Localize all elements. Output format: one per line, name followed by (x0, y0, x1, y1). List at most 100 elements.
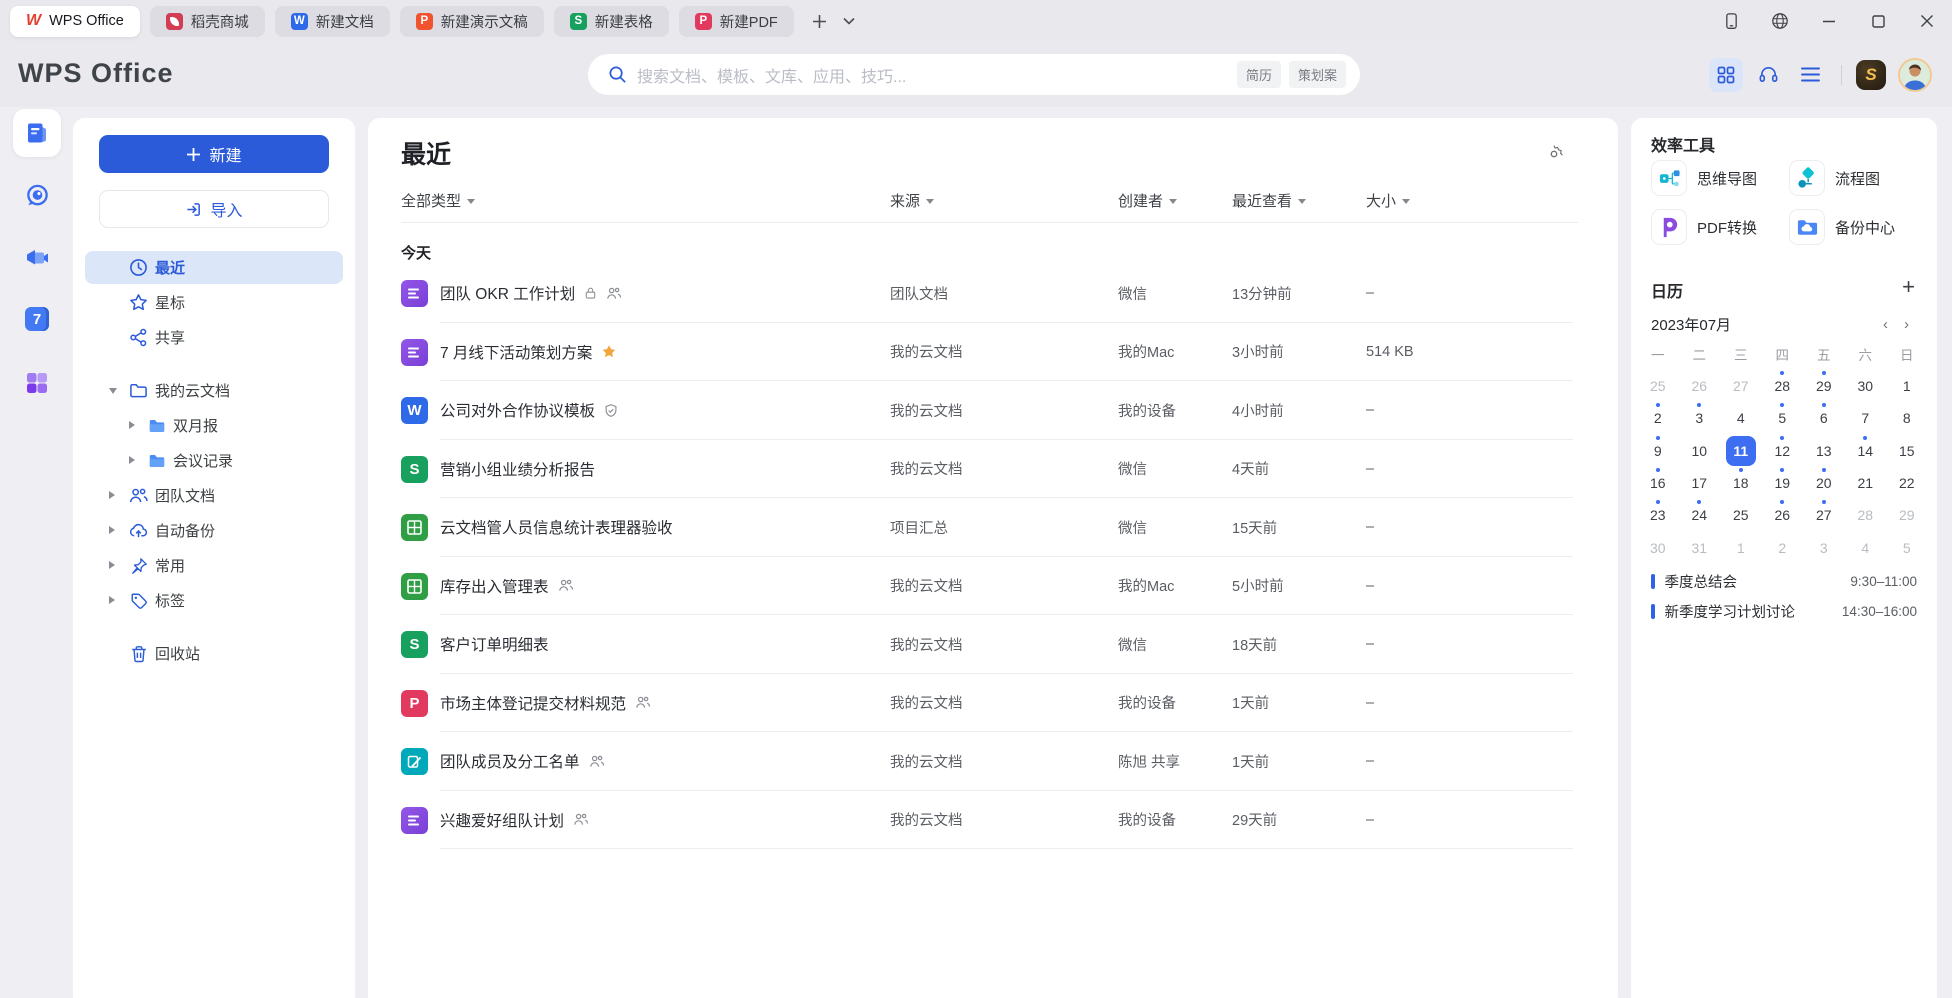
sidebar-item-6[interactable]: 会议记录 (73, 443, 355, 478)
calendar-day[interactable]: 28 (1845, 499, 1887, 531)
calendar-day[interactable]: 25 (1720, 499, 1762, 531)
sidebar-item-5[interactable]: 双月报 (73, 408, 355, 443)
search-tag-plan[interactable]: 策划案 (1289, 61, 1346, 88)
file-row[interactable]: P市场主体登记提交材料规范我的云文档我的设备1天前– (368, 674, 1618, 733)
calendar-day[interactable]: 14 (1845, 435, 1887, 467)
calendar-event[interactable]: 新季度学习计划讨论14:30–16:00 (1651, 596, 1917, 626)
file-row[interactable]: 云文档管人员信息统计表理器验收项目汇总微信15天前– (368, 498, 1618, 557)
calendar-day[interactable]: 27 (1803, 499, 1845, 531)
file-row[interactable]: 兴趣爱好组队计划我的云文档我的设备29天前– (368, 791, 1618, 850)
calendar-day[interactable]: 26 (1679, 370, 1721, 402)
tool-pdfconv[interactable]: PDF转换 (1651, 209, 1783, 245)
apps-grid-button[interactable] (1709, 58, 1743, 92)
caret-right-icon[interactable] (109, 526, 115, 534)
caret-down-icon[interactable] (109, 388, 117, 394)
filter-4[interactable]: 最近查看 (1232, 190, 1306, 211)
sidebar-item-9[interactable]: 常用 (73, 548, 355, 583)
caret-right-icon[interactable] (129, 456, 135, 464)
membership-badge[interactable]: S (1856, 60, 1886, 90)
calendar-day[interactable]: 7 (1845, 402, 1887, 434)
calendar-day[interactable]: 5 (1762, 402, 1804, 434)
calendar-day[interactable]: 8 (1886, 402, 1928, 434)
tab-doc-4[interactable]: S新建表格 (554, 6, 669, 37)
global-menu-button[interactable] (1793, 58, 1827, 92)
calendar-day[interactable]: 12 (1762, 435, 1804, 467)
tab-home[interactable]: WWPS Office (10, 6, 140, 37)
filter-3[interactable]: 创建者 (1118, 190, 1177, 211)
file-row[interactable]: 团队成员及分工名单我的云文档陈旭 共享1天前– (368, 732, 1618, 791)
calendar-day[interactable]: 9 (1637, 435, 1679, 467)
calendar-day[interactable]: 29 (1886, 499, 1928, 531)
calendar-day[interactable]: 3 (1803, 531, 1845, 563)
calendar-day[interactable]: 22 (1886, 467, 1928, 499)
file-row[interactable]: 团队 OKR 工作计划团队文档微信13分钟前– (368, 264, 1618, 323)
calendar-prev-button[interactable]: ‹ (1875, 316, 1896, 333)
calendar-day[interactable]: 16 (1637, 467, 1679, 499)
calendar-day[interactable]: 4 (1720, 402, 1762, 434)
rail-meetings-icon[interactable] (13, 235, 61, 283)
calendar-day[interactable]: 30 (1637, 531, 1679, 563)
user-avatar[interactable] (1898, 58, 1932, 92)
caret-right-icon[interactable] (109, 561, 115, 569)
calendar-day[interactable]: 27 (1720, 370, 1762, 402)
sidebar-item-8[interactable]: 自动备份 (73, 513, 355, 548)
calendar-day[interactable]: 1 (1720, 531, 1762, 563)
calendar-next-button[interactable]: › (1896, 316, 1917, 333)
calendar-day[interactable]: 10 (1679, 435, 1721, 467)
sidebar-item-10[interactable]: 标签 (73, 583, 355, 618)
calendar-day-selected[interactable]: 11 (1720, 435, 1762, 467)
calendar-day[interactable]: 26 (1762, 499, 1804, 531)
calendar-day[interactable]: 31 (1679, 531, 1721, 563)
file-row[interactable]: 7 月线下活动策划方案我的云文档我的Mac3小时前514 KB (368, 323, 1618, 382)
tool-mindmap[interactable]: 思维导图 (1651, 160, 1783, 196)
filter-2[interactable]: 来源 (890, 190, 934, 211)
file-row[interactable]: W公司对外合作协议模板我的云文档我的设备4小时前– (368, 381, 1618, 440)
tab-doc-2[interactable]: W新建文档 (275, 6, 390, 37)
calendar-day[interactable]: 23 (1637, 499, 1679, 531)
sidebar-item-7[interactable]: 团队文档 (73, 478, 355, 513)
sidebar-item-1[interactable]: 最近 (73, 250, 355, 285)
tool-flowchart[interactable]: 流程图 (1789, 160, 1921, 196)
new-tab-button[interactable] (812, 14, 827, 29)
sidebar-item-3[interactable]: 共享 (73, 320, 355, 355)
calendar-day[interactable]: 20 (1803, 467, 1845, 499)
calendar-day[interactable]: 6 (1803, 402, 1845, 434)
device-sync-icon[interactable] (1720, 10, 1742, 32)
tab-doc-5[interactable]: P新建PDF (679, 6, 794, 37)
settings-gear-icon[interactable] (1544, 144, 1564, 164)
calendar-event[interactable]: 季度总结会9:30–11:00 (1651, 566, 1917, 596)
calendar-day[interactable]: 2 (1762, 531, 1804, 563)
import-button[interactable]: 导入 (99, 190, 329, 228)
close-button[interactable] (1916, 10, 1938, 32)
rail-calendar-icon[interactable]: 7 (13, 295, 61, 343)
calendar-day[interactable]: 17 (1679, 467, 1721, 499)
search-tag-resume[interactable]: 简历 (1237, 61, 1281, 88)
file-row[interactable]: S客户订单明细表我的云文档微信18天前– (368, 615, 1618, 674)
calendar-day[interactable]: 25 (1637, 370, 1679, 402)
calendar-day[interactable]: 5 (1886, 531, 1928, 563)
maximize-button[interactable] (1867, 10, 1889, 32)
calendar-day[interactable]: 3 (1679, 402, 1721, 434)
rail-chat-icon[interactable] (13, 171, 61, 219)
calendar-day[interactable]: 30 (1845, 370, 1887, 402)
caret-right-icon[interactable] (109, 596, 115, 604)
globe-icon[interactable] (1769, 10, 1791, 32)
tool-backup[interactable]: 备份中心 (1789, 209, 1921, 245)
calendar-day[interactable]: 15 (1886, 435, 1928, 467)
calendar-day[interactable]: 2 (1637, 402, 1679, 434)
calendar-day[interactable]: 29 (1803, 370, 1845, 402)
tab-list-dropdown-icon[interactable] (843, 17, 855, 25)
sidebar-item-4[interactable]: 我的云文档 (73, 373, 355, 408)
calendar-day[interactable]: 18 (1720, 467, 1762, 499)
rail-documents-icon[interactable] (13, 109, 61, 157)
sidebar-item-2[interactable]: 星标 (73, 285, 355, 320)
new-document-button[interactable]: 新建 (99, 135, 329, 173)
search-bar[interactable]: 搜索文档、模板、文库、应用、技巧... 简历 策划案 (588, 54, 1360, 95)
calendar-day[interactable]: 13 (1803, 435, 1845, 467)
file-row[interactable]: S营销小组业绩分析报告我的云文档微信4天前– (368, 440, 1618, 499)
add-event-button[interactable]: + (1902, 276, 1915, 298)
calendar-day[interactable]: 21 (1845, 467, 1887, 499)
calendar-day[interactable]: 24 (1679, 499, 1721, 531)
tab-doc-1[interactable]: 稻壳商城 (150, 6, 265, 37)
filter-1[interactable]: 全部类型 (401, 190, 475, 211)
